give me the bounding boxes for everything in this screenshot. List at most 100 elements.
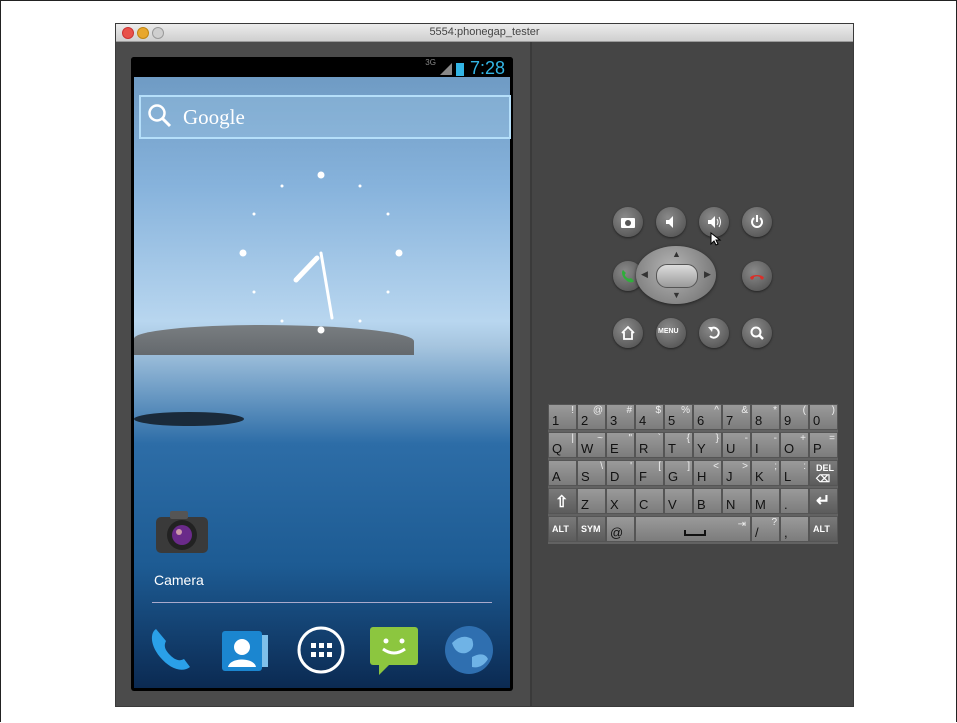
- tab-icon: ⇥: [737, 519, 746, 530]
- key[interactable]: O +: [780, 432, 809, 458]
- dpad-down-icon[interactable]: ▼: [672, 290, 681, 300]
- dpad-center-button[interactable]: [656, 264, 698, 288]
- power-button[interactable]: [742, 207, 772, 237]
- key[interactable]: M: [751, 488, 780, 514]
- key[interactable]: D ': [606, 460, 635, 486]
- key[interactable]: 0): [809, 404, 838, 430]
- analog-clock-widget[interactable]: [221, 155, 421, 355]
- back-button[interactable]: [699, 318, 729, 348]
- network-type: 3G: [425, 58, 436, 67]
- key[interactable]: Q |: [548, 432, 577, 458]
- phone-icon[interactable]: [144, 623, 198, 677]
- key[interactable]: P =: [809, 432, 838, 458]
- window-title: 5554:phonegap_tester: [429, 26, 540, 38]
- key[interactable]: R `: [635, 432, 664, 458]
- slash-key[interactable]: /?: [751, 516, 780, 542]
- search-button[interactable]: [742, 318, 772, 348]
- key[interactable]: U-: [722, 432, 751, 458]
- volume-down-button[interactable]: [656, 207, 686, 237]
- space-key[interactable]: ⇥: [635, 516, 751, 542]
- key[interactable]: T{: [664, 432, 693, 458]
- mouse-cursor-icon: [710, 232, 722, 246]
- status-time: 7:28: [469, 58, 505, 78]
- end-call-button[interactable]: [742, 261, 772, 291]
- comma-key[interactable]: ,: [780, 516, 809, 542]
- menu-button[interactable]: MENU: [656, 318, 686, 348]
- key[interactable]: Y}: [693, 432, 722, 458]
- camera-button[interactable]: [613, 207, 643, 237]
- signal-icon: [439, 63, 452, 76]
- key[interactable]: 7 &: [722, 404, 751, 430]
- status-bar: 3G 7:28: [131, 57, 513, 78]
- browser-icon[interactable]: [442, 623, 496, 677]
- key[interactable]: W ~: [577, 432, 606, 458]
- search-icon: [750, 326, 764, 340]
- back-icon: [708, 326, 720, 339]
- shift-icon: ⇧: [555, 494, 569, 511]
- key[interactable]: 2 @: [577, 404, 606, 430]
- key[interactable]: 8 *: [751, 404, 780, 430]
- home-icon: [621, 325, 635, 340]
- sym-key[interactable]: SYM: [577, 516, 606, 542]
- screen-panel: 3G 7:28 Google Camera: [116, 42, 530, 706]
- messaging-icon[interactable]: [367, 623, 421, 677]
- key[interactable]: N: [722, 488, 751, 514]
- key[interactable]: J >: [722, 460, 751, 486]
- key[interactable]: 1!: [548, 404, 577, 430]
- dpad-up-icon[interactable]: ▲: [672, 249, 681, 259]
- key[interactable]: S \: [577, 460, 606, 486]
- key[interactable]: 6 ^: [693, 404, 722, 430]
- key[interactable]: F[: [635, 460, 664, 486]
- space-icon: [684, 530, 706, 536]
- dpad-right-icon[interactable]: ▶: [704, 269, 711, 280]
- power-icon: [751, 215, 763, 228]
- key[interactable]: .: [780, 488, 809, 514]
- key[interactable]: 5%: [664, 404, 693, 430]
- emulator-window: 5554:phonegap_tester 3G 7:28 Google Came…: [116, 24, 853, 706]
- camera-icon[interactable]: [152, 507, 212, 557]
- dock-divider: [152, 602, 492, 603]
- contacts-icon[interactable]: [218, 623, 272, 677]
- camera-label: Camera: [154, 572, 204, 588]
- home-button[interactable]: [613, 318, 643, 348]
- key[interactable]: L:: [780, 460, 809, 486]
- google-search-widget[interactable]: Google: [139, 95, 511, 139]
- home-wallpaper: Google Camera: [134, 77, 511, 688]
- key[interactable]: 4 $: [635, 404, 664, 430]
- at-key[interactable]: @: [606, 516, 635, 542]
- key[interactable]: K;: [751, 460, 780, 486]
- key[interactable]: I-: [751, 432, 780, 458]
- enter-key[interactable]: ↵: [809, 488, 838, 514]
- dpad-left-icon[interactable]: ◀: [641, 269, 648, 280]
- hardware-controls-panel: ▲ ▼ ◀ ▶ MENU 1! 2 @ 3 # 4 $ 5% 6 ^ 7 & 8…: [532, 42, 853, 706]
- all-apps-icon[interactable]: [294, 623, 348, 677]
- dpad[interactable]: ▲ ▼ ◀ ▶: [636, 246, 716, 304]
- shift-key[interactable]: ⇧: [548, 488, 577, 514]
- key[interactable]: H <: [693, 460, 722, 486]
- key[interactable]: V: [664, 488, 693, 514]
- key[interactable]: E ": [606, 432, 635, 458]
- key[interactable]: B: [693, 488, 722, 514]
- alt-right-key[interactable]: ALT: [809, 516, 838, 542]
- wallpaper-rocks: [134, 412, 244, 426]
- key[interactable]: 3 #: [606, 404, 635, 430]
- key[interactable]: A: [548, 460, 577, 486]
- title-bar: 5554:phonegap_tester: [116, 24, 853, 42]
- key[interactable]: X: [606, 488, 635, 514]
- delete-key[interactable]: DEL ⌫: [809, 460, 838, 486]
- dock: [134, 615, 510, 685]
- camera-icon: [621, 218, 635, 228]
- backspace-icon: ⌫: [816, 474, 831, 485]
- key[interactable]: Z: [577, 488, 606, 514]
- volume-down-icon: [666, 216, 673, 228]
- phone-screen[interactable]: 3G 7:28 Google Camera: [131, 57, 513, 691]
- key[interactable]: G]: [664, 460, 693, 486]
- hardware-keyboard: 1! 2 @ 3 # 4 $ 5% 6 ^ 7 & 8 * 9( 0) Q | W ~ E " R…: [548, 404, 838, 544]
- menu-label: MENU: [658, 328, 679, 335]
- enter-icon: ↵: [816, 491, 831, 510]
- call-icon: [622, 270, 634, 283]
- key[interactable]: C: [635, 488, 664, 514]
- end-call-icon: [750, 275, 764, 280]
- alt-left-key[interactable]: ALT: [548, 516, 577, 542]
- key[interactable]: 9(: [780, 404, 809, 430]
